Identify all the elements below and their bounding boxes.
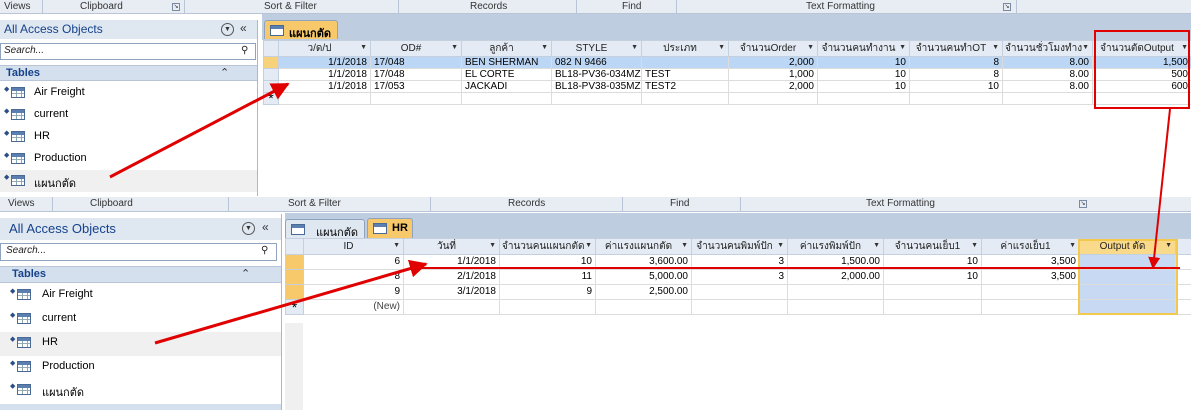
- annotation-arrows: [109, 82, 1180, 345]
- arrow-output-to-output: [1148, 108, 1171, 270]
- arrow-nav-to-top-table: [109, 82, 290, 179]
- arrow-nav-to-bottom-table: [154, 259, 428, 345]
